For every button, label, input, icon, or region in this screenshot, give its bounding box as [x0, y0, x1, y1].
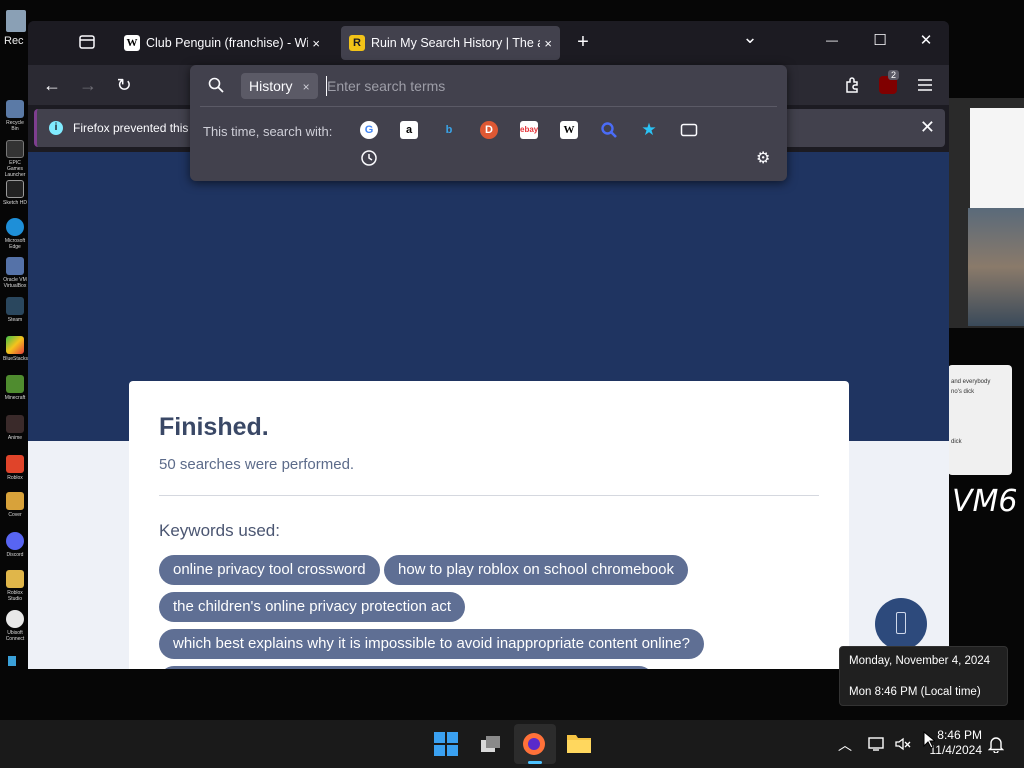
results-card: Finished. 50 searches were performed. Ke… [129, 381, 849, 669]
search-count: 50 searches were performed. [159, 456, 355, 473]
desktop-icon-minecraft[interactable]: Minecraft [3, 375, 27, 401]
tab-close-icon[interactable]: × [312, 36, 320, 51]
start-windows-icon[interactable] [434, 732, 460, 756]
ublock-extension-icon[interactable]: 2 [879, 70, 900, 94]
note-line-3: dick [951, 439, 962, 445]
search-input[interactable] [327, 74, 767, 98]
note-line-2: no's dick [951, 389, 975, 395]
tooltip-time: Mon 8:46 PM (Local time) [849, 686, 981, 698]
search-mode-chip[interactable]: History × [241, 73, 318, 99]
desktop-icon-cover[interactable]: Cover [3, 492, 27, 518]
keyword-pill[interactable]: the children's online privacy protection… [159, 592, 466, 622]
tabs-icon[interactable] [680, 121, 698, 139]
keyword-pill[interactable]: which best explains why it is impossible… [159, 629, 704, 659]
history-clock-icon[interactable] [360, 149, 378, 167]
menu-hamburger-icon[interactable] [917, 78, 933, 92]
note-line-1: and everybody [951, 379, 991, 385]
desktop-icon-bluestacks[interactable]: BlueStacks [3, 336, 28, 362]
firefox-view-icon[interactable] [78, 33, 96, 51]
duckduckgo-engine-icon[interactable]: D [480, 121, 498, 139]
notification-message: Firefox prevented this s [73, 121, 198, 135]
search-engine-icon[interactable] [600, 121, 618, 139]
extension-badge: 2 [888, 70, 900, 80]
tab-bar: W Club Penguin (franchise) - Wiki × R Ru… [28, 21, 949, 65]
desktop-taskbar-sliver [8, 656, 16, 666]
background-note[interactable]: and everybody no's dick dick [948, 365, 1012, 475]
desktop-icon-roblox[interactable]: Roblox [3, 455, 27, 481]
clock-tooltip: Monday, November 4, 2024 Mon 8:46 PM (Lo… [839, 646, 1008, 706]
task-view-icon[interactable] [479, 732, 505, 756]
keywords-title: Keywords used: [159, 521, 280, 540]
tab-title: Club Penguin (franchise) - Wiki [146, 36, 309, 50]
page-title: Finished. [159, 413, 269, 441]
info-icon: i [49, 121, 63, 135]
wikipedia-engine-icon[interactable]: W [560, 121, 578, 139]
tab-ruin-search-history[interactable]: R Ruin My Search History | The ar × [341, 26, 560, 60]
firefox-taskbar-icon[interactable] [522, 732, 548, 756]
tab-club-penguin[interactable]: W Club Penguin (franchise) - Wiki × [116, 26, 328, 60]
floating-action-button[interactable] [875, 598, 927, 650]
tooltip-date: Monday, November 4, 2024 [849, 655, 991, 667]
extensions-icon[interactable] [843, 76, 861, 94]
remove-chip-icon[interactable]: × [303, 80, 310, 94]
new-tab-button[interactable]: + [573, 31, 593, 54]
desktop-icon-virtualbox[interactable]: Oracle VM VirtualBox [3, 257, 27, 289]
network-icon[interactable] [868, 736, 886, 752]
desktop-icon-edge[interactable]: Microsoft Edge [3, 218, 27, 250]
desktop-icon-ubisoft[interactable]: Ubisoft Connect [3, 610, 27, 642]
volume-muted-icon[interactable] [894, 736, 912, 752]
bookmarks-star-icon[interactable]: ★ [640, 121, 658, 139]
desktop-icon-epic[interactable]: EPIC Games Launcher [3, 140, 27, 178]
phone-icon [896, 612, 906, 634]
tab-title: Ruin My Search History | The ar [371, 36, 541, 50]
show-hidden-icons-chevron-icon[interactable]: ︿ [838, 735, 852, 755]
search-mode-label: History [249, 78, 293, 94]
keyword-pill[interactable]: how to play roblox on school chromebook [384, 555, 688, 585]
bing-engine-icon[interactable]: b [440, 121, 458, 139]
keyword-pill[interactable]: online privacy tool crossword [159, 555, 380, 585]
search-icon [208, 77, 224, 98]
dropdown-divider [200, 106, 777, 107]
amazon-engine-icon[interactable]: a [400, 121, 418, 139]
ebay-engine-icon[interactable]: ebay [520, 121, 538, 139]
minimize-button[interactable]: — [820, 33, 844, 47]
background-window-photo [968, 208, 1024, 326]
mouse-cursor-icon [923, 730, 937, 749]
wikipedia-favicon-icon: W [124, 35, 140, 51]
reload-button[interactable]: ↻ [112, 73, 136, 97]
desktop-icon-anime[interactable]: Anime [3, 415, 27, 441]
web-page: Finished. 50 searches were performed. Ke… [28, 152, 949, 669]
engines-label: This time, search with: [203, 124, 333, 139]
divider [159, 495, 819, 496]
recycle-bin-label: Rec [4, 35, 24, 47]
site-favicon-icon: R [349, 35, 365, 51]
background-window[interactable] [948, 98, 1024, 328]
forward-button[interactable]: → [76, 73, 100, 97]
search-dropdown: History × This time, search with: G a b D… [190, 65, 787, 181]
notification-bell-icon[interactable] [987, 735, 1005, 754]
taskbar: ︿ [0, 720, 1024, 768]
file-explorer-icon[interactable] [566, 732, 592, 756]
notification-close-icon[interactable]: ✕ [920, 117, 935, 138]
desktop-icon-discord[interactable]: Discord [3, 532, 27, 558]
list-all-tabs-button[interactable]: ⌄ [740, 27, 760, 48]
search-settings-gear-icon[interactable]: ⚙ [756, 148, 770, 168]
active-indicator [528, 761, 542, 764]
desktop-icon-roblox-studio[interactable]: Roblox Studio [3, 570, 27, 602]
keyword-pill-partial [159, 666, 654, 669]
tab-close-icon[interactable]: × [544, 36, 552, 51]
recycle-bin-partial[interactable]: Rec [4, 10, 28, 48]
desktop-icon-sketch[interactable]: Sketch HD [3, 180, 27, 206]
google-engine-icon[interactable]: G [360, 121, 378, 139]
desktop-icon-recycle[interactable]: Recycle Bin [3, 100, 27, 132]
back-button[interactable]: ← [40, 73, 64, 97]
close-window-button[interactable]: ✕ [914, 31, 938, 49]
handwriting-text: VM6 [952, 484, 1018, 519]
maximize-button[interactable]: ☐ [868, 31, 892, 49]
desktop-icon-steam[interactable]: Steam [3, 297, 27, 323]
